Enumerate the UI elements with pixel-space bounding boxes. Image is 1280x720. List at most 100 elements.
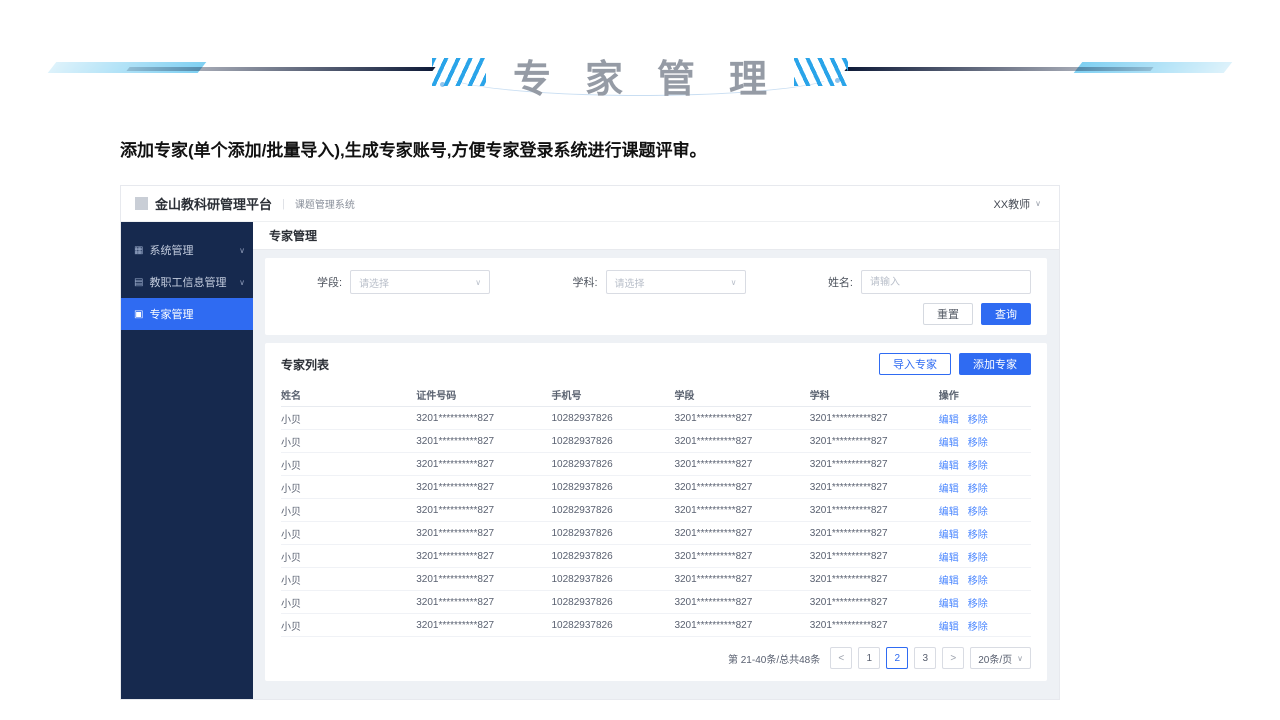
remove-link[interactable]: 移除 bbox=[968, 484, 988, 495]
cell-name: 小贝 bbox=[281, 480, 416, 495]
pagination-summary: 第 21-40条/总共48条 bbox=[728, 651, 820, 666]
sidebar-item-label: 系统管理 bbox=[149, 242, 193, 258]
sidebar-item[interactable]: ▦ 系统管理 ∨ bbox=[121, 234, 253, 266]
cell-id_number: 3201**********827 bbox=[416, 413, 551, 424]
name-input[interactable] bbox=[861, 270, 1031, 294]
cell-phone: 10282937826 bbox=[551, 505, 674, 516]
chevron-down-icon: ∨ bbox=[239, 246, 245, 255]
cell-name: 小贝 bbox=[281, 411, 416, 426]
edit-link[interactable]: 编辑 bbox=[939, 507, 959, 518]
table-body: 小贝3201**********827102829378263201******… bbox=[281, 407, 1031, 637]
remove-link[interactable]: 移除 bbox=[968, 507, 988, 518]
cell-stage: 3201**********827 bbox=[674, 505, 809, 516]
system-management-icon: ▦ bbox=[134, 245, 143, 256]
cell-subject: 3201**********827 bbox=[810, 528, 939, 539]
sidebar: ▦ 系统管理 ∨ ▤ 教职工信息管理 ∨ ▣专家管理 bbox=[121, 222, 253, 699]
edit-link[interactable]: 编辑 bbox=[939, 530, 959, 541]
app-body: ▦系统管理∨▤教职工信息管理∨▣专家管理 专家管理 学段: 请选择 ∨ bbox=[121, 222, 1059, 699]
cell-phone: 10282937826 bbox=[551, 459, 674, 470]
staff-info-icon: ▤ bbox=[134, 277, 143, 288]
sidebar-item[interactable]: ▣专家管理 bbox=[121, 298, 253, 330]
cell-actions: 编辑移除 bbox=[939, 503, 1031, 518]
cell-stage: 3201**********827 bbox=[674, 482, 809, 493]
remove-link[interactable]: 移除 bbox=[968, 622, 988, 633]
cell-id_number: 3201**********827 bbox=[416, 528, 551, 539]
brand: 金山教科研管理平台 | 课题管理系统 bbox=[135, 194, 355, 213]
remove-link[interactable]: 移除 bbox=[968, 415, 988, 426]
cell-name: 小贝 bbox=[281, 526, 416, 541]
query-button[interactable]: 查询 bbox=[981, 303, 1031, 325]
table-row: 小贝3201**********827102829378263201******… bbox=[281, 522, 1031, 545]
page-title: 专家管理 bbox=[253, 222, 1059, 250]
remove-link[interactable]: 移除 bbox=[968, 599, 988, 610]
page-2-button[interactable]: 2 bbox=[886, 647, 908, 669]
cell-phone: 10282937826 bbox=[551, 482, 674, 493]
remove-link[interactable]: 移除 bbox=[968, 461, 988, 472]
cell-stage: 3201**********827 bbox=[674, 551, 809, 562]
subject-label: 学科: bbox=[572, 274, 597, 290]
cell-subject: 3201**********827 bbox=[810, 459, 939, 470]
brand-logo-icon bbox=[135, 197, 148, 210]
main-area: 专家管理 学段: 请选择 ∨ 学科: bbox=[253, 222, 1059, 699]
name-filter: 姓名: bbox=[828, 270, 1031, 294]
cell-id_number: 3201**********827 bbox=[416, 482, 551, 493]
table-row: 小贝3201**********827102829378263201******… bbox=[281, 545, 1031, 568]
table-row: 小贝3201**********827102829378263201******… bbox=[281, 568, 1031, 591]
cell-stage: 3201**********827 bbox=[674, 574, 809, 585]
cell-name: 小贝 bbox=[281, 434, 416, 449]
app-screenshot: 金山教科研管理平台 | 课题管理系统 XX教师 ∨ ▦ 系统管理 ∨ ▤ 教职工信息管理… bbox=[120, 185, 1060, 700]
cell-phone: 10282937826 bbox=[551, 413, 674, 424]
next-page-button[interactable]: > bbox=[942, 647, 964, 669]
table-row: 小贝3201**********827102829378263201******… bbox=[281, 614, 1031, 637]
header-divider: | bbox=[282, 198, 285, 210]
edit-link[interactable]: 编辑 bbox=[939, 461, 959, 472]
user-menu[interactable]: XX教师 ∨ bbox=[993, 196, 1041, 212]
page-size-select[interactable]: 20条/页 ∨ bbox=[970, 647, 1031, 669]
edit-link[interactable]: 编辑 bbox=[939, 576, 959, 587]
cell-name: 小贝 bbox=[281, 503, 416, 518]
sidebar-item[interactable]: ▤教职工信息管理∨ bbox=[121, 266, 253, 298]
remove-link[interactable]: 移除 bbox=[968, 576, 988, 587]
cell-id_number: 3201**********827 bbox=[416, 551, 551, 562]
expert-list-panel: 专家列表 导入专家 添加专家 姓名证件号码手机号学段学科操作 小贝3201***… bbox=[265, 343, 1047, 681]
subject-select[interactable]: 请选择 ∨ bbox=[606, 270, 746, 294]
edit-link[interactable]: 编辑 bbox=[939, 622, 959, 633]
remove-link[interactable]: 移除 bbox=[968, 530, 988, 541]
remove-link[interactable]: 移除 bbox=[968, 553, 988, 564]
title-banner: 专家管理 bbox=[0, 46, 1280, 116]
table-row: 小贝3201**********827102829378263201******… bbox=[281, 407, 1031, 430]
sidebar-item-label: 教职工信息管理 bbox=[149, 274, 226, 290]
edit-link[interactable]: 编辑 bbox=[939, 438, 959, 449]
cell-name: 小贝 bbox=[281, 595, 416, 610]
name-label: 姓名: bbox=[828, 274, 853, 290]
edit-link[interactable]: 编辑 bbox=[939, 599, 959, 610]
edit-link[interactable]: 编辑 bbox=[939, 553, 959, 564]
reset-button[interactable]: 重置 bbox=[923, 303, 973, 325]
cell-subject: 3201**********827 bbox=[810, 413, 939, 424]
remove-link[interactable]: 移除 bbox=[968, 438, 988, 449]
filter-actions: 重置 查询 bbox=[281, 303, 1031, 325]
import-expert-button[interactable]: 导入专家 bbox=[879, 353, 951, 375]
cell-subject: 3201**********827 bbox=[810, 482, 939, 493]
edit-link[interactable]: 编辑 bbox=[939, 415, 959, 426]
cell-actions: 编辑移除 bbox=[939, 480, 1031, 495]
slide-description: 添加专家(单个添加/批量导入),生成专家账号,方便专家登录系统进行课题评审。 bbox=[120, 136, 707, 161]
prev-page-button[interactable]: < bbox=[830, 647, 852, 669]
subject-select-placeholder: 请选择 bbox=[615, 275, 645, 290]
slide-title: 专家管理 bbox=[0, 46, 1280, 103]
subject-filter: 学科: 请选择 ∨ bbox=[572, 270, 745, 294]
edit-link[interactable]: 编辑 bbox=[939, 484, 959, 495]
expert-table: 姓名证件号码手机号学段学科操作 小贝3201**********82710282… bbox=[281, 383, 1031, 637]
column-header: 证件号码 bbox=[416, 387, 551, 402]
page-3-button[interactable]: 3 bbox=[914, 647, 936, 669]
cell-actions: 编辑移除 bbox=[939, 434, 1031, 449]
table-row: 小贝3201**********827102829378263201******… bbox=[281, 430, 1031, 453]
page-size-value: 20条/页 bbox=[978, 651, 1012, 666]
add-expert-button[interactable]: 添加专家 bbox=[959, 353, 1031, 375]
cell-subject: 3201**********827 bbox=[810, 505, 939, 516]
cell-id_number: 3201**********827 bbox=[416, 597, 551, 608]
system-name: 课题管理系统 bbox=[295, 196, 355, 211]
page-1-button[interactable]: 1 bbox=[858, 647, 880, 669]
stage-select[interactable]: 请选择 ∨ bbox=[350, 270, 490, 294]
chevron-down-icon: ∨ bbox=[1035, 199, 1041, 208]
